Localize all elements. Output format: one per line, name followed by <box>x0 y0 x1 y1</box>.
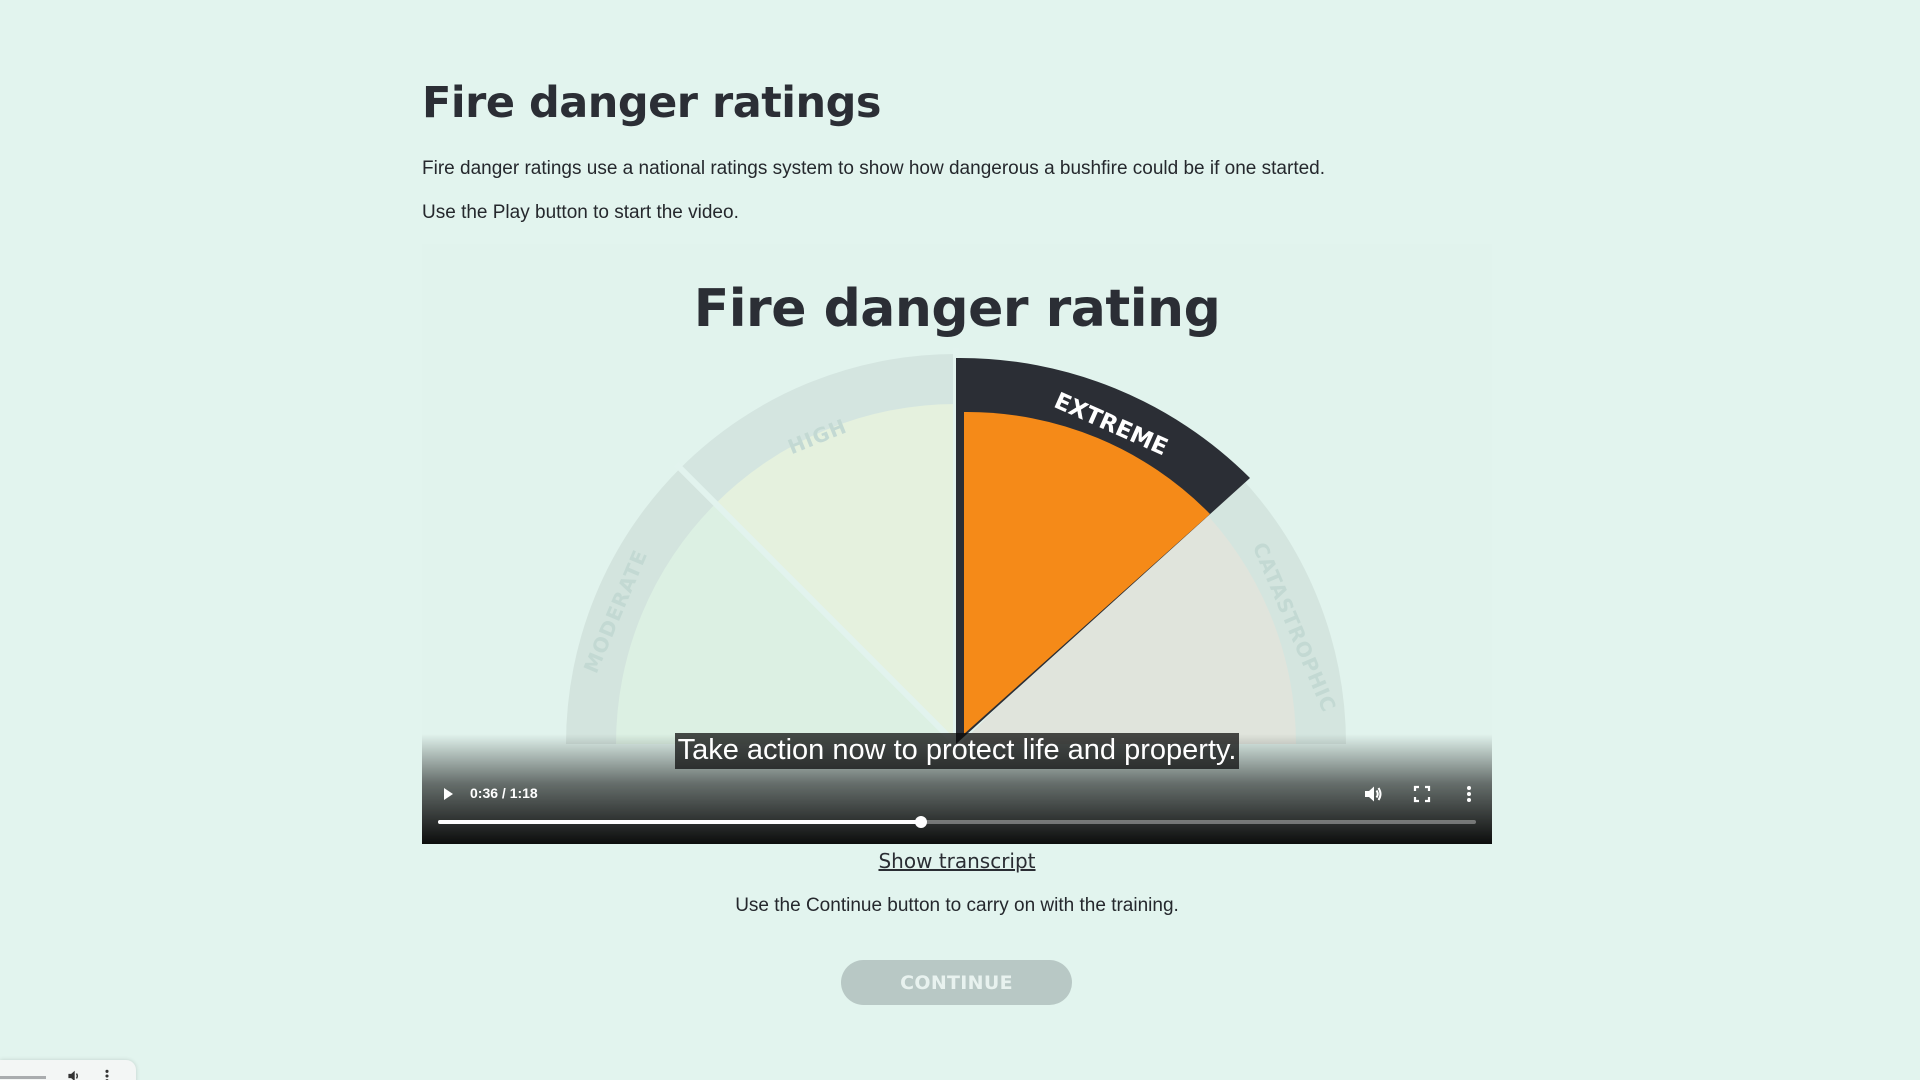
seek-bar-thumb[interactable] <box>914 816 927 828</box>
mini-player-controls <box>0 1060 136 1080</box>
more-vert-icon[interactable] <box>104 1069 110 1080</box>
caption-text: Take action now to protect life and prop… <box>674 733 1240 769</box>
more-options-button[interactable] <box>1457 782 1481 806</box>
continue-instruction: Use the Continue button to carry on with… <box>735 895 1179 916</box>
seek-bar-progress <box>438 820 921 824</box>
video-heading: Fire danger rating <box>693 279 1221 339</box>
continue-button[interactable]: CONTINUE <box>841 960 1072 1005</box>
fullscreen-icon <box>1413 785 1431 803</box>
play-button[interactable] <box>436 782 460 806</box>
more-vert-icon <box>1467 786 1471 802</box>
page-title: Fire danger ratings <box>422 78 882 128</box>
play-instruction: Use the Play button to start the video. <box>422 202 739 223</box>
page: Fire danger ratings Fire danger ratings … <box>0 0 1920 1080</box>
volume-button[interactable] <box>1361 782 1385 806</box>
volume-icon <box>1365 786 1382 802</box>
mini-seek-bar[interactable] <box>0 1076 46 1079</box>
play-icon <box>444 788 453 800</box>
volume-icon[interactable] <box>66 1069 82 1080</box>
time-display: 0:36 / 1:18 <box>470 785 538 801</box>
intro-text: Fire danger ratings use a national ratin… <box>422 158 1326 179</box>
fullscreen-button[interactable] <box>1410 782 1434 806</box>
seek-bar[interactable] <box>438 816 1476 828</box>
show-transcript-link[interactable]: Show transcript <box>878 849 1035 873</box>
video-player[interactable]: MODERATE HIGH CATASTROPHIC EXTREME Fire … <box>422 244 1492 844</box>
caption-box: Take action now to protect life and prop… <box>422 733 1492 769</box>
transcript-link-container: Show transcript <box>422 849 1492 873</box>
